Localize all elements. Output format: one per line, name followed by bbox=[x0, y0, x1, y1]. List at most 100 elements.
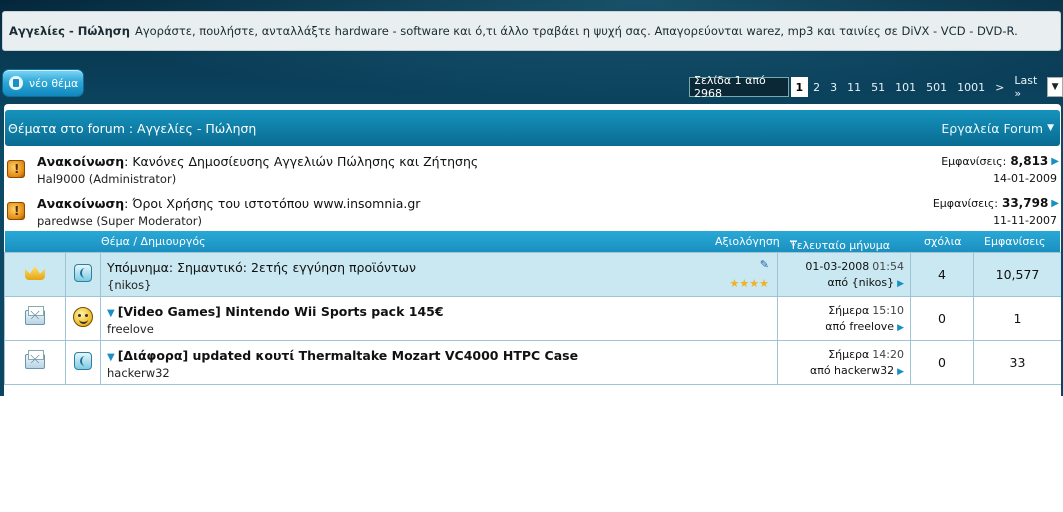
view-count: 1 bbox=[1013, 311, 1022, 326]
chevron-down-icon: ▼ bbox=[1047, 123, 1054, 133]
thread-author[interactable]: {nikos} bbox=[107, 278, 151, 292]
page-link[interactable]: 101 bbox=[890, 77, 921, 97]
page-link[interactable]: 51 bbox=[866, 77, 890, 97]
column-views[interactable]: Εμφανίσεις bbox=[984, 235, 1045, 248]
page-link[interactable]: 2 bbox=[808, 77, 825, 97]
pin-icon: ✎ bbox=[759, 258, 769, 271]
page-last-link[interactable]: Last » bbox=[1009, 74, 1047, 100]
new-thread-button[interactable]: νέο θέμα bbox=[2, 69, 84, 97]
last-post-by: από freelove ▶ bbox=[825, 320, 904, 333]
thread-title: ▼ [Διάφορα] updated κουτί Thermaltake Moz… bbox=[107, 348, 578, 363]
announcement-title[interactable]: Ανακοίνωση: Όροι Χρήσης του ιστοτόπου ww… bbox=[37, 196, 420, 211]
last-post-by: από {nikos} ▶ bbox=[828, 276, 905, 289]
announcement-label: Ανακοίνωση bbox=[37, 196, 125, 211]
page-count-label[interactable]: Σελίδα 1 από 2968 bbox=[689, 74, 789, 100]
announcement-label: Ανακοίνωση bbox=[37, 154, 125, 169]
last-post-date: Σήμερα 15:10 bbox=[828, 304, 904, 317]
thread-title-link[interactable]: [Διάφορα] updated κουτί Thermaltake Moza… bbox=[118, 348, 578, 363]
arrow-right-icon[interactable]: ▶ bbox=[1051, 198, 1059, 209]
comment-count[interactable]: 0 bbox=[938, 311, 946, 326]
page-link[interactable]: 1001 bbox=[952, 77, 990, 97]
forum-header-title: Θέματα στο forum : Αγγελίες - Πώληση bbox=[8, 120, 257, 136]
announcement-title-text[interactable]: Κανόνες Δημοσίευσης Αγγελιών Πώλησης και… bbox=[132, 154, 478, 169]
pagination: Σελίδα 1 από 2968 1 2 3 11 51 101 501 10… bbox=[689, 74, 1063, 100]
views-label: Εμφανίσεις: bbox=[932, 196, 998, 210]
last-post-author[interactable]: από hackerw32 bbox=[810, 364, 894, 377]
announcement-author[interactable]: paredwse (Super Moderator) bbox=[37, 214, 202, 228]
view-count: 10,577 bbox=[995, 267, 1040, 282]
page-current: 1 bbox=[790, 77, 809, 97]
thread-title: ▼ [Video Games] Nintendo Wii Sports pack … bbox=[107, 304, 444, 319]
last-post-day: 01-03-2008 bbox=[805, 260, 870, 273]
last-post-day: Σήμερα bbox=[828, 304, 870, 317]
announcement-title[interactable]: Ανακοίνωση: Κανόνες Δημοσίευσης Αγγελιών… bbox=[37, 154, 478, 169]
thread-table-header: Θέμα / Δημιουργός Αξιολόγηση Τελευταίο μ… bbox=[5, 231, 1060, 252]
last-post-date: Σήμερα 14:20 bbox=[828, 348, 904, 361]
announcement-date: 11-11-2007 bbox=[993, 214, 1057, 227]
column-topic[interactable]: Θέμα / Δημιουργός bbox=[101, 235, 206, 248]
table-row: ▼ [Διάφορα] updated κουτί Thermaltake Moz… bbox=[4, 340, 1061, 385]
page-link[interactable]: 3 bbox=[825, 77, 842, 97]
forum-header: Θέματα στο forum : Αγγελίες - Πώληση Εργ… bbox=[5, 110, 1060, 146]
sort-desc-icon: ▽ bbox=[790, 239, 797, 249]
arrow-right-icon[interactable]: ▶ bbox=[897, 367, 904, 377]
announcement-views: Εμφανίσεις: 33,798 ▶ bbox=[933, 196, 1059, 210]
column-last-post-label: Τελευταίο μήνυμα bbox=[790, 239, 891, 252]
thread-icon bbox=[74, 352, 92, 370]
triangle-down-icon[interactable]: ▼ bbox=[107, 352, 115, 363]
envelope-icon bbox=[25, 349, 45, 369]
table-row: Υπόμνημα: Σημαντικό: 2ετής εγγύηση προϊό… bbox=[4, 252, 1061, 297]
page-next-link[interactable]: > bbox=[990, 77, 1009, 97]
last-post-time: 01:54 bbox=[872, 260, 904, 273]
announcement-title-text[interactable]: Όροι Χρήσης του ιστοτόπου www.insomnia.g… bbox=[132, 196, 420, 211]
forum-name: Αγγελίες - Πώληση bbox=[9, 24, 130, 38]
thread-table: Υπόμνημα: Σημαντικό: 2ετής εγγύηση προϊό… bbox=[4, 252, 1061, 385]
thread-icon bbox=[74, 264, 92, 282]
comment-count[interactable]: 0 bbox=[938, 355, 946, 370]
announcement-row: Ανακοίνωση: Κανόνες Δημοσίευσης Αγγελιών… bbox=[4, 148, 1061, 190]
column-comments[interactable]: σχόλια bbox=[924, 235, 962, 248]
crown-icon bbox=[25, 266, 45, 280]
arrow-right-icon[interactable]: ▶ bbox=[897, 323, 904, 333]
triangle-down-icon[interactable]: ▼ bbox=[107, 308, 115, 319]
view-count: 33 bbox=[1009, 355, 1026, 370]
forum-description: Αγγελίες - Πώληση Αγοράστε, πουλήστε, αν… bbox=[2, 11, 1061, 51]
forum-tools-label: Εργαλεία Forum bbox=[941, 120, 1044, 136]
announcement-date: 14-01-2009 bbox=[993, 172, 1057, 185]
arrow-right-icon[interactable]: ▶ bbox=[897, 279, 904, 289]
last-post-time: 14:20 bbox=[872, 348, 904, 361]
last-post-day: Σήμερα bbox=[828, 348, 870, 361]
table-row: ▼ [Video Games] Nintendo Wii Sports pack … bbox=[4, 296, 1061, 341]
new-thread-label: νέο θέμα bbox=[29, 76, 79, 90]
forum-tools-menu[interactable]: Εργαλεία Forum ▼ bbox=[941, 121, 1054, 136]
envelope-icon bbox=[25, 305, 45, 325]
views-count: 33,798 bbox=[1001, 196, 1049, 210]
last-post-author[interactable]: από {nikos} bbox=[828, 276, 895, 289]
announcement-icon bbox=[7, 160, 25, 178]
last-post-date: 01-03-2008 01:54 bbox=[805, 260, 904, 273]
thread-title[interactable]: Υπόμνημα: Σημαντικό: 2ετής εγγύηση προϊό… bbox=[107, 260, 416, 275]
page-link[interactable]: 501 bbox=[921, 77, 952, 97]
rating-stars: ★★★★ bbox=[729, 277, 769, 290]
column-rating[interactable]: Αξιολόγηση bbox=[715, 235, 780, 248]
announcement-views: Εμφανίσεις: 8,813 ▶ bbox=[941, 154, 1059, 168]
last-post-time: 15:10 bbox=[872, 304, 904, 317]
thread-author[interactable]: freelove bbox=[107, 322, 154, 336]
announcement-icon bbox=[7, 202, 25, 220]
last-post-by: από hackerw32 ▶ bbox=[810, 364, 904, 377]
thread-author[interactable]: hackerw32 bbox=[107, 366, 170, 380]
page-link[interactable]: 11 bbox=[842, 77, 866, 97]
new-thread-icon bbox=[9, 76, 23, 90]
forum-description-text: Αγοράστε, πουλήστε, ανταλλάξτε hardware … bbox=[134, 24, 1018, 38]
announcement-row: Ανακοίνωση: Όροι Χρήσης του ιστοτόπου ww… bbox=[4, 190, 1061, 232]
smiley-icon bbox=[73, 307, 93, 327]
chevron-down-icon[interactable]: ▼ bbox=[1047, 77, 1063, 97]
announcement-author[interactable]: Hal9000 (Administrator) bbox=[37, 172, 176, 186]
views-label: Εμφανίσεις: bbox=[941, 154, 1007, 168]
arrow-right-icon[interactable]: ▶ bbox=[1051, 156, 1059, 167]
comment-count[interactable]: 4 bbox=[938, 267, 946, 282]
thread-list-panel: Θέματα στο forum : Αγγελίες - Πώληση Εργ… bbox=[4, 104, 1061, 396]
thread-title-link[interactable]: [Video Games] Nintendo Wii Sports pack 1… bbox=[118, 304, 444, 319]
views-count: 8,813 bbox=[1010, 154, 1049, 168]
last-post-author[interactable]: από freelove bbox=[825, 320, 894, 333]
